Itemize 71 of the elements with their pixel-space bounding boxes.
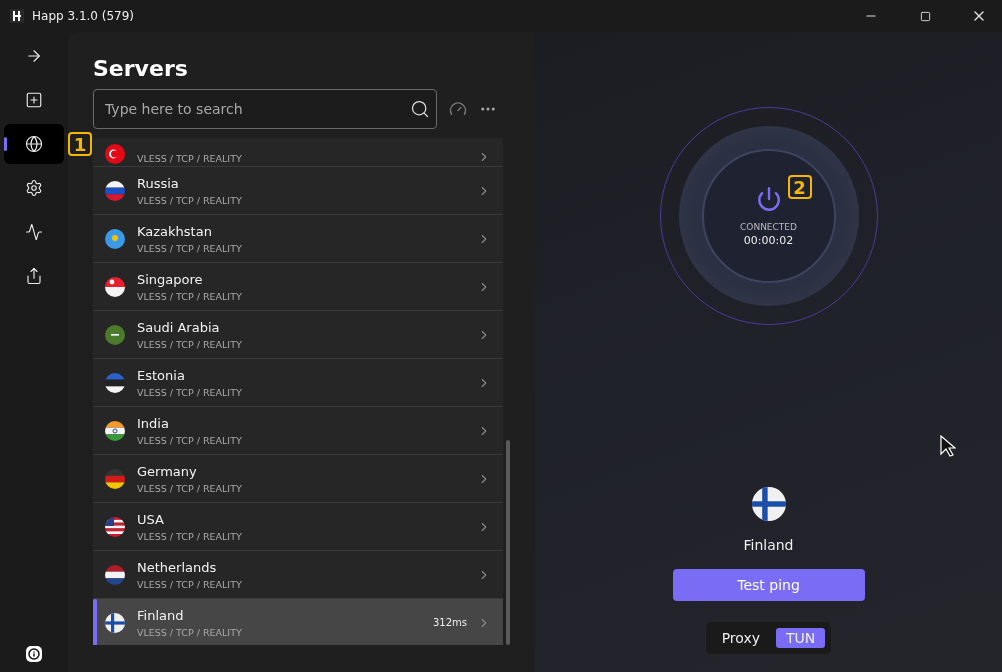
server-protocol: VLESS / TCP / REALITY	[137, 434, 243, 446]
server-protocol: VLESS / TCP / REALITY	[137, 290, 243, 302]
server-protocol: VLESS / TCP / REALITY	[137, 578, 243, 590]
window-title: Happ 3.1.0 (579)	[32, 9, 136, 23]
connection-status: CONNECTED	[740, 221, 797, 232]
nav-button[interactable]	[4, 124, 64, 164]
flag-icon	[105, 144, 125, 164]
search-field[interactable]: Type here to search	[93, 89, 437, 129]
info-button[interactable]	[26, 646, 42, 662]
flag-icon	[105, 276, 125, 297]
server-row[interactable]: VLESS / TCP / REALITY	[93, 138, 503, 167]
speedometer-icon[interactable]	[449, 100, 467, 118]
server-row[interactable]: Singapore VLESS / TCP / REALITY	[93, 263, 503, 311]
server-protocol: VLESS / TCP / REALITY	[137, 153, 243, 164]
server-name: Kazakhstan	[137, 223, 213, 239]
cursor-icon	[940, 435, 956, 457]
server-row[interactable]: Netherlands VLESS / TCP / REALITY	[93, 551, 503, 599]
server-protocol: VLESS / TCP / REALITY	[137, 530, 243, 542]
power-icon[interactable]	[755, 185, 782, 212]
server-protocol: VLESS / TCP / REALITY	[137, 482, 243, 494]
server-name: Singapore	[137, 271, 204, 287]
flag-icon	[105, 180, 125, 201]
globe-icon	[25, 135, 43, 153]
server-row[interactable]: India VLESS / TCP / REALITY	[93, 407, 503, 455]
server-row[interactable]: Finland VLESS / TCP / REALITY 312ms	[93, 599, 503, 645]
selected-country: Finland	[743, 537, 794, 553]
chart-icon	[25, 223, 43, 241]
server-name: USA	[137, 511, 165, 527]
arrow-icon	[25, 47, 43, 65]
flag-icon	[105, 516, 125, 537]
flag-icon	[105, 372, 125, 393]
server-name: Finland	[137, 607, 185, 623]
power-disc[interactable]: 2 CONNECTED 00:00:02	[678, 126, 859, 306]
scrollbar-thumb[interactable]	[506, 440, 510, 645]
flag-icon	[751, 487, 786, 521]
callout-badge: 2	[787, 175, 812, 199]
server-row[interactable]: Russia VLESS / TCP / REALITY	[93, 167, 503, 215]
server-row[interactable]: USA VLESS / TCP / REALITY	[93, 503, 503, 551]
flag-icon	[105, 564, 125, 585]
connection-timer: 00:00:02	[743, 233, 794, 247]
info-icon	[28, 648, 40, 660]
server-protocol: VLESS / TCP / REALITY	[137, 338, 243, 350]
page-title: Servers	[93, 56, 189, 81]
server-name: India	[137, 415, 170, 431]
server-row[interactable]: Saudi Arabia VLESS / TCP / REALITY	[93, 311, 503, 359]
maximize-icon	[919, 10, 931, 22]
mode-option[interactable]: Proxy	[711, 628, 771, 648]
server-protocol: VLESS / TCP / REALITY	[137, 386, 243, 398]
settings-icon	[25, 179, 43, 197]
server-name: Estonia	[137, 367, 186, 383]
server-name: Russia	[137, 175, 180, 191]
app-logo-icon	[10, 9, 24, 23]
server-row[interactable]: Estonia VLESS / TCP / REALITY	[93, 359, 503, 407]
export-icon	[25, 267, 43, 285]
flag-icon	[105, 468, 125, 489]
server-name: Germany	[137, 463, 198, 479]
flag-icon	[105, 420, 125, 441]
search-icon	[410, 99, 430, 119]
server-row[interactable]: Germany VLESS / TCP / REALITY	[93, 455, 503, 503]
flag-icon	[105, 612, 125, 633]
server-name: Saudi Arabia	[137, 319, 221, 335]
server-protocol: VLESS / TCP / REALITY	[137, 626, 243, 638]
ping-value: 312ms	[432, 617, 467, 628]
server-name: Netherlands	[137, 559, 218, 575]
add-icon	[25, 91, 43, 109]
flag-icon	[105, 324, 125, 345]
flag-icon	[105, 228, 125, 249]
test-ping-button[interactable]: Test ping	[672, 569, 865, 601]
server-protocol: VLESS / TCP / REALITY	[137, 242, 243, 254]
server-protocol: VLESS / TCP / REALITY	[137, 194, 243, 206]
server-row[interactable]: Kazakhstan VLESS / TCP / REALITY	[93, 215, 503, 263]
